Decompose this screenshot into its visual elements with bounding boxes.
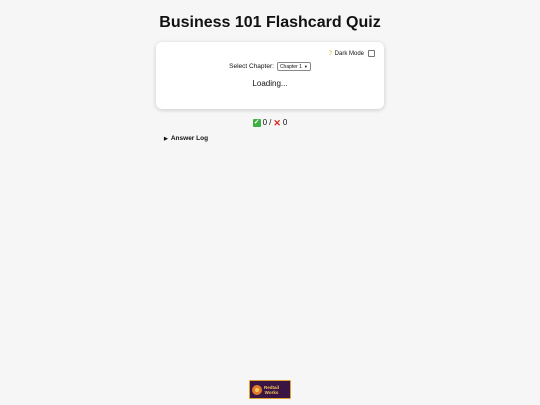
quiz-card: ☽ Dark Mode Select Chapter: Chapter 1 ▼ … [156, 42, 384, 109]
logo-text: Redtail Works [264, 385, 279, 395]
wrong-count: 0 [282, 118, 288, 127]
page-title: Business 101 Flashcard Quiz [159, 14, 381, 31]
fox-logo-icon [252, 384, 262, 395]
moon-icon: ☽ [326, 50, 333, 57]
correct-count: 0 [262, 118, 268, 127]
dark-mode-label: Dark Mode [334, 50, 364, 57]
answer-log-toggle[interactable]: ▶ Answer Log [164, 135, 208, 142]
dark-mode-toggle[interactable]: ☽ Dark Mode [326, 50, 375, 57]
logo-line-2: Works [264, 389, 279, 395]
chevron-down-icon: ▼ [303, 64, 308, 69]
answer-log-label: Answer Log [170, 135, 209, 142]
quiz-page: Business 101 Flashcard Quiz ☽ Dark Mode … [0, 0, 540, 405]
chapter-selector-row: Select Chapter: Chapter 1 ▼ [156, 62, 384, 71]
check-icon: ✓ [252, 118, 261, 127]
chapter-select[interactable]: Chapter 1 ▼ [276, 62, 311, 71]
score-separator: / [269, 118, 272, 127]
chapter-select-value: Chapter 1 [279, 63, 302, 70]
score-display: ✓ 0 / ✕ 0 [0, 118, 540, 127]
loading-text: Loading... [252, 79, 288, 88]
redtail-works-logo[interactable]: Redtail Works [249, 380, 291, 399]
cross-icon: ✕ [273, 117, 281, 128]
dark-mode-checkbox[interactable] [368, 50, 375, 57]
chapter-label: Select Chapter: [229, 63, 274, 70]
triangle-right-icon: ▶ [164, 135, 168, 142]
